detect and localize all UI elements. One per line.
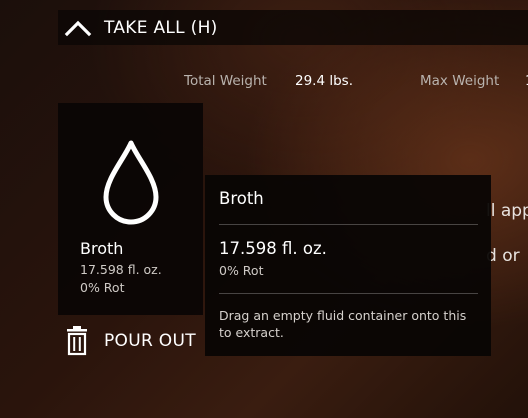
tooltip-amount: 17.598 fl. oz. (219, 239, 327, 258)
chevron-up-icon (64, 20, 92, 36)
trash-icon (67, 326, 87, 356)
item-name: Broth (80, 239, 124, 258)
max-weight-label: Max Weight (420, 73, 500, 89)
water-drop-icon (103, 140, 159, 225)
item-amount: 17.598 fl. oz. (80, 262, 162, 277)
background-text-line-2: d or (486, 246, 520, 266)
take-all-bar[interactable]: TAKE ALL (H) (58, 10, 528, 45)
background-text-line-1: ll app (486, 201, 528, 221)
tooltip-divider (219, 224, 478, 225)
tooltip-divider (219, 293, 478, 294)
tooltip-rot: 0% Rot (219, 263, 264, 278)
weight-summary: Total Weight 29.4 lbs. Max Weight 1 (0, 73, 528, 93)
pour-out-label: POUR OUT (104, 331, 196, 351)
item-rot: 0% Rot (80, 280, 125, 295)
total-weight-value: 29.4 lbs. (295, 73, 353, 89)
total-weight-label: Total Weight (184, 73, 267, 89)
take-all-label: TAKE ALL (H) (104, 17, 218, 38)
inventory-item-slot[interactable]: Broth 17.598 fl. oz. 0% Rot (58, 103, 203, 315)
pour-out-button[interactable]: POUR OUT (64, 326, 196, 356)
item-tooltip: Broth 17.598 fl. oz. 0% Rot Drag an empt… (205, 175, 491, 356)
tooltip-item-name: Broth (219, 189, 264, 208)
tooltip-description: Drag an empty fluid container onto this … (219, 308, 467, 340)
